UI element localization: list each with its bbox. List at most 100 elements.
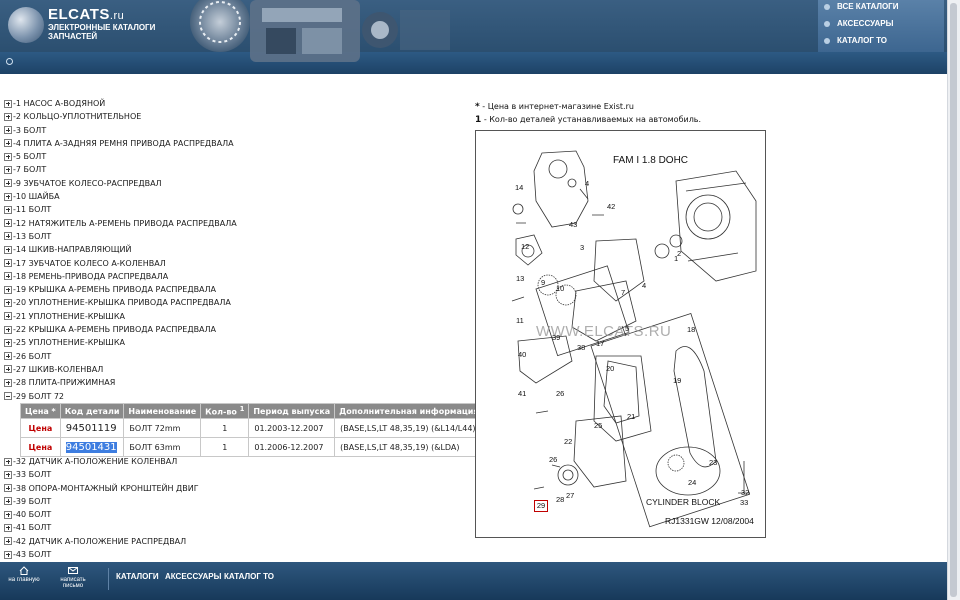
tree-node[interactable]: -41 БОЛТ — [4, 521, 199, 534]
callout-number[interactable]: 28 — [556, 495, 564, 504]
mail-button[interactable]: написать письмо — [50, 566, 96, 589]
tree-node[interactable]: -22 КРЫШКА А-РЕМЕНЬ ПРИВОДА РАСПРЕДВАЛА — [4, 323, 237, 336]
callout-number[interactable]: 14 — [515, 183, 523, 192]
expand-icon[interactable] — [4, 378, 12, 387]
expand-icon[interactable] — [4, 365, 12, 374]
tree-node-label[interactable]: 3 БОЛТ — [16, 126, 46, 135]
tree-node-label[interactable]: 13 БОЛТ — [16, 232, 51, 241]
tree-node-label[interactable]: 43 БОЛТ — [16, 550, 51, 559]
tree-node[interactable]: -26 БОЛТ — [4, 350, 237, 363]
tree-node[interactable]: -7 БОЛТ — [4, 163, 237, 176]
callout-29-highlight[interactable]: 29 — [534, 500, 548, 512]
tree-node-label[interactable]: 10 ШАЙБА — [16, 192, 60, 201]
tree-node-label[interactable]: 22 КРЫШКА А-РЕМЕНЬ ПРИВОДА РАСПРЕДВАЛА — [16, 325, 216, 334]
tree-node-label[interactable]: 27 ШКИВ-КОЛЕНВАЛ — [16, 365, 103, 374]
callout-number[interactable]: 33 — [740, 498, 748, 507]
scrollbar-thumb[interactable] — [950, 3, 957, 597]
tree-node[interactable]: -18 РЕМЕНЬ-ПРИВОДА РАСПРЕДВАЛА — [4, 270, 237, 283]
callout-number[interactable]: 10 — [556, 284, 564, 293]
callout-number[interactable]: 22 — [564, 437, 572, 446]
tree-node[interactable]: -39 БОЛТ — [4, 495, 199, 508]
tree-node-label[interactable]: 33 БОЛТ — [16, 470, 51, 479]
expand-icon[interactable] — [4, 484, 12, 493]
tree-node[interactable]: -38 ОПОРА-МОНТАЖНЫЙ КРОНШТЕЙН ДВИГ — [4, 482, 199, 495]
callout-number[interactable]: 42 — [607, 202, 615, 211]
tree-node-label[interactable]: 14 ШКИВ-НАПРАВЛЯЮЩИЙ — [16, 245, 132, 254]
tree-node[interactable]: -14 ШКИВ-НАПРАВЛЯЮЩИЙ — [4, 243, 237, 256]
callout-number[interactable]: 38 — [577, 343, 585, 352]
tree-node-label[interactable]: 1 НАСОС А-ВОДЯНОЙ — [16, 99, 105, 108]
callout-number[interactable]: 4 — [585, 179, 589, 188]
callout-number[interactable]: 32 — [741, 488, 749, 497]
callout-number[interactable]: 21 — [627, 412, 635, 421]
tree-node[interactable]: -3 БОЛТ — [4, 124, 237, 137]
callout-number[interactable]: 20 — [606, 364, 614, 373]
callout-number[interactable]: 24 — [688, 478, 696, 487]
tree-node-label[interactable]: 41 БОЛТ — [16, 523, 51, 532]
tree-node[interactable]: -9 ЗУБЧАТОЕ КОЛЕСО-РАСПРЕДВАЛ — [4, 177, 237, 190]
tree-node[interactable]: -28 ПЛИТА-ПРИЖИМНАЯ — [4, 376, 237, 389]
tree-node-label[interactable]: 5 БОЛТ — [16, 152, 46, 161]
tree-node[interactable]: -43 БОЛТ — [4, 548, 199, 561]
callout-number[interactable]: 13 — [516, 274, 524, 283]
expand-icon[interactable] — [4, 470, 12, 479]
expand-icon[interactable] — [4, 219, 12, 228]
tree-node-label[interactable]: 25 УПЛОТНЕНИЕ-КРЫШКА — [16, 338, 125, 347]
tree-node[interactable]: -11 БОЛТ — [4, 203, 237, 216]
tree-node-label[interactable]: 32 ДАТЧИК А-ПОЛОЖЕНИЕ КОЛЕНВАЛ — [16, 457, 177, 466]
expand-icon[interactable] — [4, 152, 12, 161]
tree-node-label[interactable]: 7 БОЛТ — [16, 165, 46, 174]
tree-node[interactable]: -17 ЗУБЧАТОЕ КОЛЕСО А-КОЛЕНВАЛ — [4, 257, 237, 270]
tree-node[interactable]: -33 БОЛТ — [4, 468, 199, 481]
expand-icon[interactable] — [4, 205, 12, 214]
tree-node-label[interactable]: 2 КОЛЬЦО-УПЛОТНИТЕЛЬНОЕ — [16, 112, 141, 121]
tree-node[interactable]: -5 БОЛТ — [4, 150, 237, 163]
tree-node-label[interactable]: 19 КРЫШКА А-РЕМЕНЬ ПРИВОДА РАСПРЕДВАЛА — [16, 285, 216, 294]
expand-icon[interactable] — [4, 510, 12, 519]
top-nav-to-catalog[interactable]: КАТАЛОГ ТО — [824, 36, 887, 45]
expand-icon[interactable] — [4, 325, 12, 334]
callout-number[interactable]: 12 — [521, 242, 529, 251]
callout-number[interactable]: 41 — [518, 389, 526, 398]
expand-icon[interactable] — [4, 523, 12, 532]
callout-number[interactable]: 5 — [625, 324, 629, 333]
tree-node[interactable]: -19 КРЫШКА А-РЕМЕНЬ ПРИВОДА РАСПРЕДВАЛА — [4, 283, 237, 296]
callout-number[interactable]: 7 — [621, 288, 625, 297]
expand-icon[interactable] — [4, 537, 12, 546]
expand-icon[interactable] — [4, 312, 12, 321]
tree-node[interactable]: -10 ШАЙБА — [4, 190, 237, 203]
tree-node-label[interactable]: 38 ОПОРА-МОНТАЖНЫЙ КРОНШТЕЙН ДВИГ — [16, 484, 199, 493]
callout-number[interactable]: 4 — [642, 281, 646, 290]
callout-number[interactable]: 19 — [673, 376, 681, 385]
expand-icon[interactable] — [4, 457, 12, 466]
footer-link-catalogs[interactable]: КАТАЛОГИ — [116, 572, 159, 581]
expand-icon[interactable] — [4, 259, 12, 268]
top-nav-accessories[interactable]: АКСЕССУАРЫ — [824, 19, 893, 28]
callout-number[interactable]: 27 — [566, 491, 574, 500]
tree-node[interactable]: -42 ДАТЧИК А-ПОЛОЖЕНИЕ РАСПРЕДВАЛ — [4, 535, 199, 548]
tree-node-label[interactable]: 11 БОЛТ — [16, 205, 51, 214]
scrollbar[interactable] — [947, 0, 960, 600]
price-link[interactable]: Цена — [20, 437, 61, 457]
tree-node-label[interactable]: 42 ДАТЧИК А-ПОЛОЖЕНИЕ РАСПРЕДВАЛ — [16, 537, 186, 546]
callout-number[interactable]: 2 — [677, 249, 681, 258]
callout-number[interactable]: 9 — [541, 278, 545, 287]
price-link[interactable]: Цена — [20, 418, 61, 438]
tree-node-label[interactable]: 26 БОЛТ — [16, 352, 51, 361]
expand-icon[interactable] — [4, 497, 12, 506]
tree-node-label[interactable]: 29 БОЛТ 72 — [16, 392, 64, 401]
tree-node[interactable]: -29 БОЛТ 72 — [4, 390, 237, 403]
callout-number[interactable]: 25 — [594, 421, 602, 430]
expand-icon[interactable] — [4, 165, 12, 174]
expand-icon[interactable] — [4, 179, 12, 188]
tree-node-label[interactable]: 20 УПЛОТНЕНИЕ-КРЫШКА ПРИВОДА РАСПРЕДВАЛА — [16, 298, 231, 307]
tree-node[interactable]: -25 УПЛОТНЕНИЕ-КРЫШКА — [4, 336, 237, 349]
tree-node[interactable]: -12 НАТЯЖИТЕЛЬ А-РЕМЕНЬ ПРИВОДА РАСПРЕДВ… — [4, 217, 237, 230]
expand-icon[interactable] — [4, 245, 12, 254]
top-nav-all-catalogs[interactable]: ВСЕ КАТАЛОГИ — [824, 2, 898, 11]
brand[interactable]: ELCATS.ru ЭЛЕКТРОННЫЕ КАТАЛОГИ ЗАПЧАСТЕЙ — [48, 6, 158, 41]
tree-node-label[interactable]: 4 ПЛИТА А-ЗАДНЯЯ РЕМНЯ ПРИВОДА РАСПРЕДВА… — [16, 139, 234, 148]
home-icon[interactable] — [6, 58, 13, 65]
part-code[interactable]: 94501431 — [59, 437, 125, 457]
tree-node[interactable]: -1 НАСОС А-ВОДЯНОЙ — [4, 97, 237, 110]
